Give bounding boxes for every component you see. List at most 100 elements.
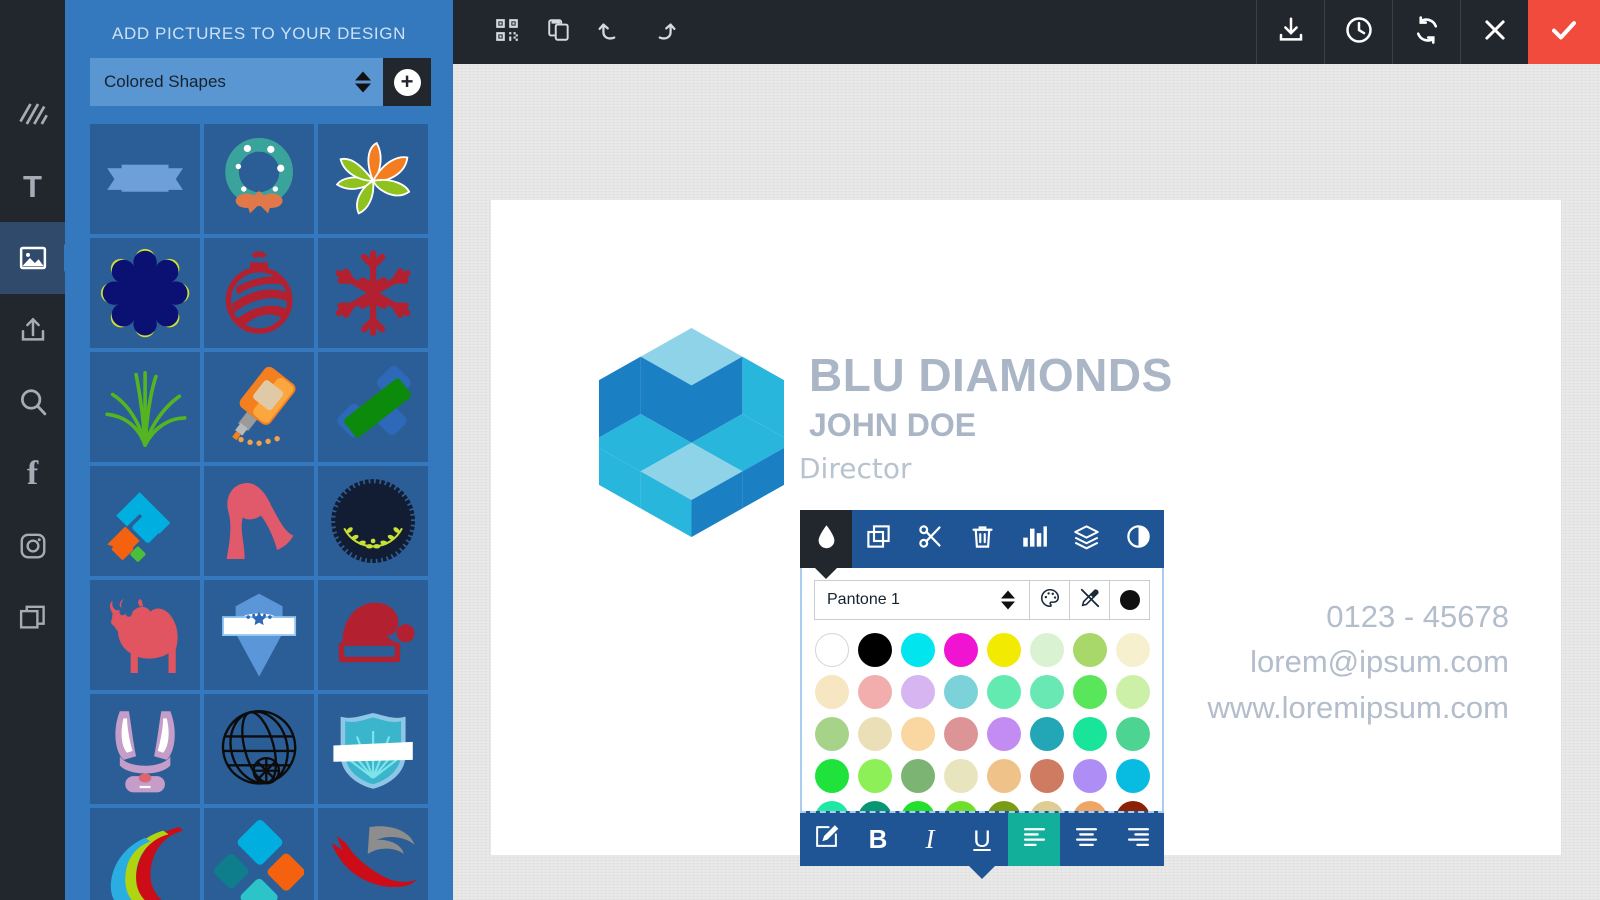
moose-shape[interactable] (90, 580, 200, 690)
color-swatch[interactable] (1115, 801, 1150, 811)
christmas-wreath-shape[interactable] (204, 124, 314, 234)
logo-graphic[interactable] (589, 328, 794, 538)
color-swatch[interactable] (1115, 633, 1150, 667)
dinosaur-shape[interactable] (204, 466, 314, 576)
color-swatch[interactable] (857, 717, 892, 751)
redo-button[interactable] (637, 0, 689, 64)
color-swatch[interactable] (943, 801, 978, 811)
color-swatch[interactable] (1072, 759, 1107, 793)
sidebar-item-instagram[interactable] (0, 510, 65, 582)
color-swatch[interactable] (1115, 759, 1150, 793)
color-swatch[interactable] (857, 759, 892, 793)
sidebar-item-facebook[interactable]: f (0, 438, 65, 510)
color-swatch[interactable] (900, 675, 935, 709)
person-role[interactable]: Director (799, 452, 911, 485)
color-swatch[interactable] (1072, 801, 1107, 811)
current-color-button[interactable] (1109, 581, 1149, 619)
confirm-button[interactable] (1528, 0, 1600, 64)
palette-select[interactable]: Pantone 1 (815, 581, 1029, 619)
align-left-button[interactable] (1008, 813, 1060, 866)
bold-button[interactable]: B (852, 813, 904, 866)
contact-email[interactable]: lorem@ipsum.com (1208, 639, 1509, 684)
duplicate-tool[interactable] (852, 510, 904, 568)
align-center-button[interactable] (1060, 813, 1112, 866)
brand-title[interactable]: BLU DIAMONDS (809, 348, 1173, 402)
color-swatch[interactable] (1029, 633, 1064, 667)
color-swatch[interactable] (857, 633, 892, 667)
wire-globe-shape[interactable] (204, 694, 314, 804)
snowflake-shape[interactable] (318, 238, 428, 348)
download-button[interactable] (1256, 0, 1324, 64)
layers-tool[interactable] (1060, 510, 1112, 568)
laurel-badge-shape[interactable] (318, 466, 428, 576)
color-swatch[interactable] (986, 759, 1021, 793)
fill-color-tool[interactable] (800, 510, 852, 568)
leaf-flower-shape[interactable] (318, 124, 428, 234)
eyedropper-off-button[interactable] (1069, 581, 1109, 619)
color-swatch[interactable] (1072, 675, 1107, 709)
christmas-ornament-shape[interactable] (204, 238, 314, 348)
glue-bottle-shape[interactable] (204, 352, 314, 462)
color-swatch[interactable] (1072, 633, 1107, 667)
underline-button[interactable]: U (956, 813, 1008, 866)
edit-text-button[interactable] (800, 813, 852, 866)
paste-button[interactable] (533, 0, 585, 64)
color-swatch[interactable] (814, 633, 849, 667)
color-swatch[interactable] (986, 675, 1021, 709)
banner-ribbon-shape[interactable] (90, 124, 200, 234)
sidebar-item-text[interactable]: T (0, 150, 65, 222)
contact-phone[interactable]: 0123 - 45678 (1208, 594, 1509, 639)
color-swatch[interactable] (900, 633, 935, 667)
cut-tool[interactable] (904, 510, 956, 568)
color-swatch[interactable] (814, 759, 849, 793)
color-swatch[interactable] (900, 801, 935, 811)
color-swatch[interactable] (1029, 675, 1064, 709)
color-swatch[interactable] (857, 801, 892, 811)
chevron-diamonds-shape[interactable] (90, 466, 200, 576)
close-button[interactable] (1460, 0, 1528, 64)
undo-button[interactable] (585, 0, 637, 64)
category-select[interactable]: Colored Shapes (90, 58, 383, 106)
santa-hat-shape[interactable] (318, 580, 428, 690)
scalloped-badge-shape[interactable] (90, 238, 200, 348)
color-swatch[interactable] (900, 759, 935, 793)
color-swatch[interactable] (943, 633, 978, 667)
color-swatch[interactable] (814, 675, 849, 709)
crescent-swoosh-shape[interactable] (90, 808, 200, 900)
color-swatch[interactable] (1029, 717, 1064, 751)
color-palette-button[interactable] (1029, 581, 1069, 619)
color-swatch[interactable] (1115, 717, 1150, 751)
color-swatch[interactable] (1029, 801, 1064, 811)
bunny-ears-shape[interactable] (90, 694, 200, 804)
qr-code-button[interactable] (481, 0, 533, 64)
color-swatch[interactable] (1072, 717, 1107, 751)
contrast-tool[interactable] (1112, 510, 1164, 568)
add-picture-button[interactable]: + (383, 58, 431, 106)
color-swatch[interactable] (814, 717, 849, 751)
contact-website[interactable]: www.loremipsum.com (1208, 685, 1509, 730)
sidebar-item-patterns[interactable] (0, 78, 65, 150)
color-swatch[interactable] (1115, 675, 1150, 709)
delete-tool[interactable] (956, 510, 1008, 568)
color-swatch[interactable] (943, 675, 978, 709)
italic-button[interactable]: I (904, 813, 956, 866)
color-swatch[interactable] (900, 717, 935, 751)
grass-tuft-shape[interactable] (90, 352, 200, 462)
green-bar-shape[interactable] (318, 352, 428, 462)
sidebar-item-search[interactable] (0, 366, 65, 438)
diamond-cluster-shape[interactable] (204, 808, 314, 900)
refresh-button[interactable] (1392, 0, 1460, 64)
sidebar-item-upload[interactable] (0, 294, 65, 366)
sidebar-item-pictures[interactable] (0, 222, 65, 294)
blue-pennant-banner-shape[interactable] (204, 580, 314, 690)
red-gray-ribbon-shape[interactable] (318, 808, 428, 900)
contact-block[interactable]: 0123 - 45678 lorem@ipsum.com www.loremip… (1208, 594, 1509, 730)
color-swatch[interactable] (857, 675, 892, 709)
person-name[interactable]: JOHN DOE (809, 407, 976, 444)
color-swatch[interactable] (814, 801, 849, 811)
color-swatch[interactable] (986, 717, 1021, 751)
color-swatch[interactable] (986, 633, 1021, 667)
shield-ribbon-shape[interactable] (318, 694, 428, 804)
color-swatch[interactable] (943, 717, 978, 751)
color-swatch[interactable] (943, 759, 978, 793)
